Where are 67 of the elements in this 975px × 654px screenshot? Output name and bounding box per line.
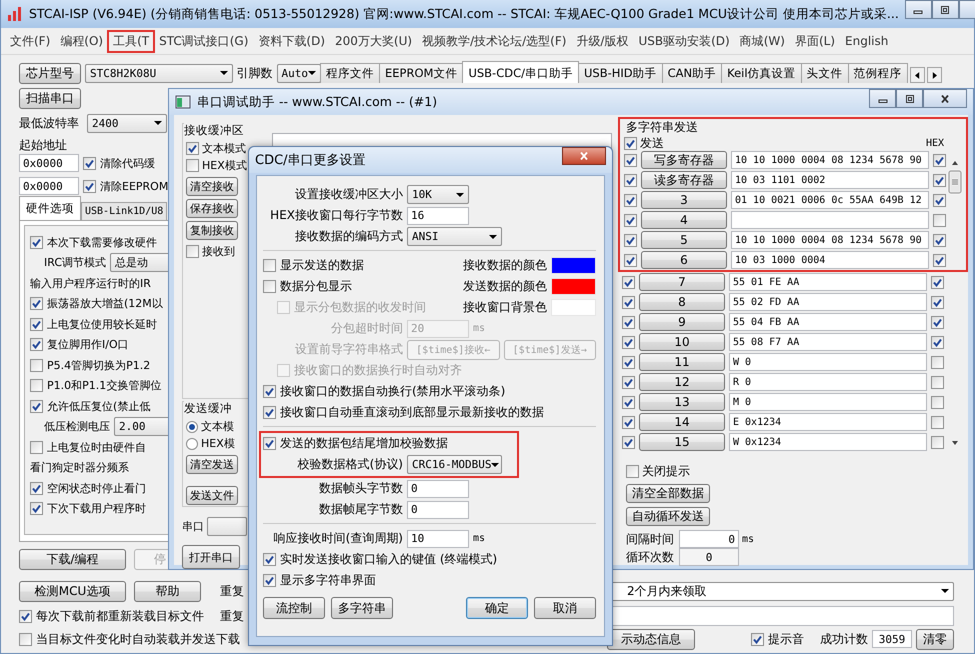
checkbox-label: 发送 [640, 134, 664, 152]
loop-count-field: 0 [679, 548, 739, 566]
checkbox-label: 下次下载用户程序时 [47, 501, 146, 516]
checkbox-label: 每次下载前都重新装载目标文件 [36, 608, 204, 624]
port-label: 串口 [182, 518, 204, 534]
checkbox-label: 提示音 [768, 630, 804, 648]
interval-label: 间隔时间 [626, 530, 674, 548]
repeat-label: 重复 [220, 582, 244, 600]
setting-label: 设置前导字符串格式 [294, 341, 403, 358]
setting-label: 设置接收缓冲区大小 [294, 186, 403, 203]
checkbox-label: 数据分包显示 [280, 278, 352, 295]
unit-label: ms [473, 533, 486, 544]
setting-label: 接收数据的编码方式 [294, 228, 403, 245]
checkbox-label: 接收窗口的数据换行时自动对齐 [294, 362, 462, 379]
checkbox-label: 关闭提示 [642, 462, 690, 480]
window-title: STCAI-ISP (V6.94E) (分销商销售电话: 0513-55012928) 官网:www.STCAI.com -- STCAI: 车规AEC-Q100 Grade1 MCU设计公司 使用本司芯片或采... [29, 6, 899, 22]
checkbox-label: 接收到 [202, 244, 235, 259]
checkbox-label: 复位脚用作I/O口 [47, 337, 129, 352]
checkbox-label: 上电复位时由硬件自 [47, 440, 146, 455]
color-label: 接收窗口背景色 [463, 299, 547, 316]
group-title: 接收缓冲区 [184, 123, 254, 138]
checkbox-label: 显示分包数据的收发时间 [294, 299, 426, 316]
start-address-label: 起始地址 [19, 137, 67, 151]
hex-column-label: HEX [926, 138, 944, 148]
repeat-label: 重复 [220, 608, 244, 624]
setting-label: 响应接收时间(查询周期) [272, 530, 403, 547]
setting-label: 分包超时时间 [330, 320, 403, 337]
checkbox-label: 显示多字符串界面 [280, 572, 376, 589]
window-title: 串口调试助手 -- www.STCAI.com -- (#1) [197, 94, 438, 110]
setting-label: 校验数据格式(协议) [296, 456, 403, 473]
checkbox-label: 文本模式 [202, 141, 246, 156]
checkbox-label: 当目标文件变化时自动装载并发送下载 [36, 630, 240, 648]
color-label: 发送数据的颜色 [463, 278, 547, 295]
option-label: 低压检测电压 [43, 419, 110, 434]
checkbox-label: 空闲状态时停止看门 [47, 480, 146, 496]
checkbox-label: P5.4管脚切换为P1.2 [47, 358, 150, 373]
success-count-field: 3059 [872, 630, 912, 648]
loop-count-label: 循环次数 [626, 548, 674, 566]
checkbox-label: P1.0和P1.1交换管脚位 [47, 378, 162, 394]
setting-label: HEX接收窗口每行字节数 [269, 207, 403, 224]
checkbox-label: 允许低压复位(禁止低 [47, 398, 150, 414]
baud-rate-label: 最低波特率 [19, 114, 79, 132]
checkbox-label: 振荡器放大增益(12M以 [47, 296, 163, 312]
dialog-title: CDC/串口更多设置 [255, 152, 367, 169]
checkbox-label: 实时发送接收窗口输入的键值 (终端模式) [280, 551, 498, 568]
success-count-label: 成功计数 [820, 630, 868, 648]
checkbox-label: 清除代码缓 [100, 156, 155, 170]
checkbox-label: HEX模式 [202, 158, 247, 173]
option-label: 输入用户程序运行时的IR [30, 276, 151, 291]
unit-label: ms [742, 534, 754, 544]
pin-count-label: 引脚数 [236, 64, 272, 82]
checkbox-label: 清除EEPROM [100, 178, 168, 194]
radio-label: 文本模 [201, 419, 234, 434]
option-label: IRC调节模式 [43, 255, 106, 270]
color-label: 接收数据的颜色 [463, 257, 547, 274]
checkbox-label: 本次下载需要修改硬件 [47, 234, 157, 250]
group-title: 多字符串发送 [625, 119, 699, 136]
checkbox-label: 接收窗口的数据自动换行(禁用水平滚动条) [280, 383, 506, 400]
checkbox-label: 发送的数据包结尾增加校验数据 [280, 435, 448, 452]
checkbox-label: 接收窗口自动垂直滚动到底部显示最新接收的数据 [280, 404, 544, 421]
setting-label: 数据帧头字节数 [318, 480, 403, 497]
setting-label: 数据帧尾字节数 [318, 501, 403, 518]
radio-label: HEX模 [201, 436, 235, 451]
checkbox-label: 显示发送的数据 [280, 257, 364, 274]
unit-label: ms [473, 323, 486, 334]
option-label: 看门狗定时器分频系 [30, 460, 129, 476]
checkbox-label: 上电复位使用较长延时 [47, 316, 157, 332]
